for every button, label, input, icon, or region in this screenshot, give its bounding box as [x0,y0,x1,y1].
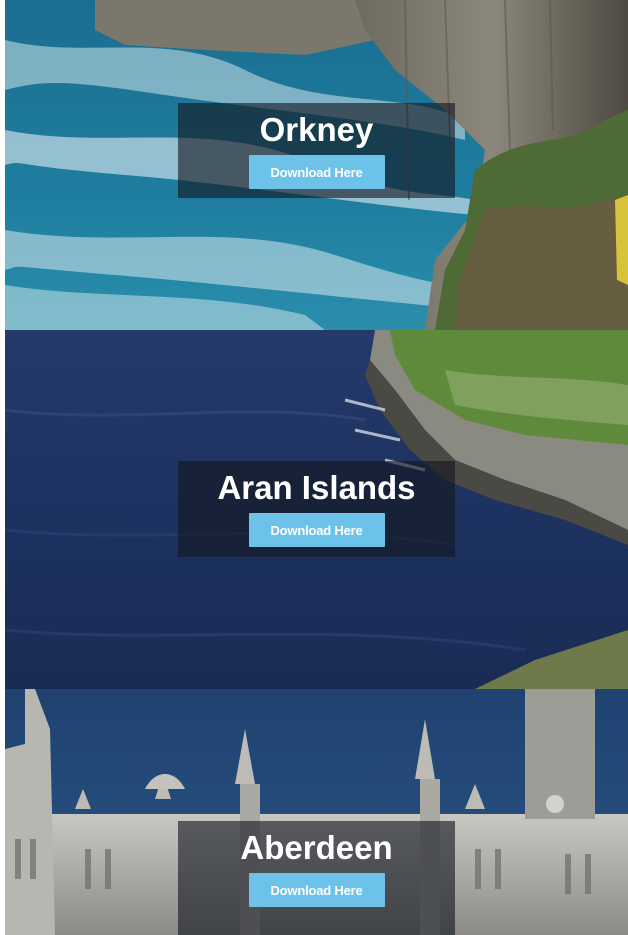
destinations-page: Orkney Download Here Aran Islands Downlo… [0,0,628,935]
aberdeen-caption-panel: Aberdeen Download Here [178,821,455,935]
destination-title: Orkney [259,111,374,148]
destination-card-aran-islands: Aran Islands Download Here [5,330,628,689]
download-button-aberdeen[interactable]: Download Here [248,873,385,907]
destination-title: Aran Islands [217,469,416,506]
download-button-aran-islands[interactable]: Download Here [248,513,385,547]
orkney-caption-panel: Orkney Download Here [178,103,455,198]
destination-title: Aberdeen [240,829,393,866]
aran-islands-caption-panel: Aran Islands Download Here [178,461,455,557]
download-button-orkney[interactable]: Download Here [248,155,385,189]
destination-card-orkney: Orkney Download Here [5,0,628,330]
destination-card-aberdeen: Aberdeen Download Here [5,689,628,935]
